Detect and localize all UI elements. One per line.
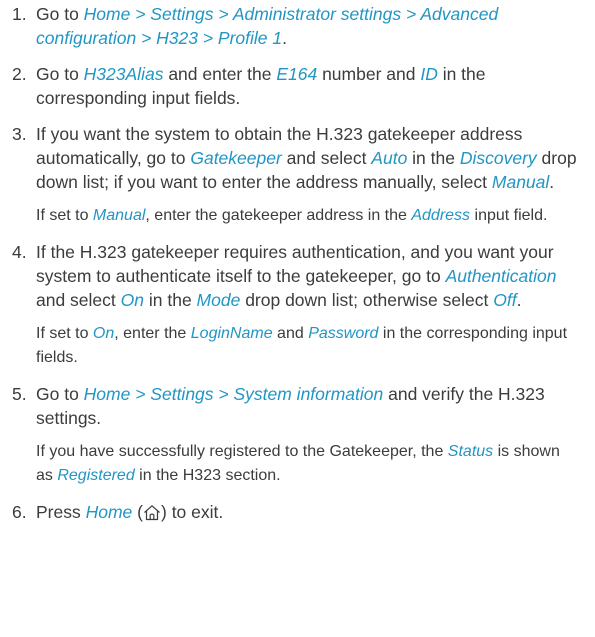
setting-link-authentication[interactable]: Authentication xyxy=(446,266,557,286)
step-4: 4. If the H.323 gatekeeper requires auth… xyxy=(0,240,595,370)
option-link-manual[interactable]: Manual xyxy=(93,207,145,224)
step-text: Go to H323Alias and enter the E164 numbe… xyxy=(36,62,581,110)
step-1: 1. Go to Home > Settings > Administrator… xyxy=(0,2,595,50)
step-6: 6. Press Home ( ) to exit. xyxy=(0,500,595,524)
text-run: input field. xyxy=(470,207,548,224)
step-number: 4. xyxy=(12,242,27,262)
text-run: number and xyxy=(317,64,421,84)
text-run: If set to xyxy=(36,207,93,224)
text-run: , enter the gatekeeper address in the xyxy=(145,207,412,224)
text-run: in the H323 section. xyxy=(134,467,281,484)
text-run: in the xyxy=(144,290,197,310)
step-2: 2. Go to H323Alias and enter the E164 nu… xyxy=(0,62,595,110)
step-note: If set to Manual, enter the gatekeeper a… xyxy=(36,204,581,228)
setting-link-address[interactable]: Address xyxy=(411,207,470,224)
text-run: and enter the xyxy=(163,64,277,84)
text-run: If you have successfully registered to t… xyxy=(36,443,448,460)
text-run: in the xyxy=(407,148,460,168)
text-run: and xyxy=(272,325,309,342)
instruction-document: 1. Go to Home > Settings > Administrator… xyxy=(0,0,595,524)
step-text: If you want the system to obtain the H.3… xyxy=(36,122,581,194)
menu-path-link[interactable]: Home > Settings > System information xyxy=(84,384,384,404)
step-number: 5. xyxy=(12,384,27,404)
option-link-manual[interactable]: Manual xyxy=(492,172,549,192)
setting-link-loginname[interactable]: LoginName xyxy=(191,325,273,342)
setting-link-gatekeeper[interactable]: Gatekeeper xyxy=(190,148,281,168)
text-run: Go to xyxy=(36,64,84,84)
home-icon xyxy=(143,503,161,521)
setting-link-password[interactable]: Password xyxy=(308,325,378,342)
step-number: 3. xyxy=(12,124,27,144)
step-number: 6. xyxy=(12,502,27,522)
text-run: Go to xyxy=(36,384,84,404)
step-3: 3. If you want the system to obtain the … xyxy=(0,122,595,228)
text-run: Press xyxy=(36,502,86,522)
setting-link-e164[interactable]: E164 xyxy=(276,64,317,84)
text-run: . xyxy=(282,28,288,48)
step-text: Go to Home > Settings > Administrator se… xyxy=(36,2,581,50)
step-note: If you have successfully registered to t… xyxy=(36,440,581,488)
setting-link-id[interactable]: ID xyxy=(420,64,438,84)
step-number: 1. xyxy=(12,4,27,24)
setting-link-h323alias[interactable]: H323Alias xyxy=(84,64,164,84)
menu-path-link[interactable]: Home > Settings > Administrator settings… xyxy=(36,4,498,48)
text-run: and select xyxy=(281,148,372,168)
text-run: drop down list; otherwise select xyxy=(240,290,494,310)
home-link[interactable]: Home xyxy=(86,502,133,522)
setting-link-status[interactable]: Status xyxy=(448,443,493,460)
setting-link-discovery[interactable]: Discovery xyxy=(460,148,537,168)
status-value-registered: Registered xyxy=(57,467,135,484)
option-link-on[interactable]: On xyxy=(93,325,114,342)
text-run: . xyxy=(516,290,522,310)
text-run: , enter the xyxy=(114,325,191,342)
step-text: If the H.323 gatekeeper requires authent… xyxy=(36,240,581,312)
step-5: 5. Go to Home > Settings > System inform… xyxy=(0,382,595,488)
step-text: Go to Home > Settings > System informati… xyxy=(36,382,581,430)
option-link-off[interactable]: Off xyxy=(493,290,516,310)
text-run: ( xyxy=(132,502,143,522)
step-text: Press Home ( ) to exit. xyxy=(36,500,581,524)
setting-link-mode[interactable]: Mode xyxy=(197,290,241,310)
step-note: If set to On, enter the LoginName and Pa… xyxy=(36,322,581,370)
text-run: and select xyxy=(36,290,121,310)
text-run: . xyxy=(549,172,555,192)
step-number: 2. xyxy=(12,64,27,84)
option-link-auto[interactable]: Auto xyxy=(371,148,407,168)
text-run: Go to xyxy=(36,4,84,24)
text-run: If set to xyxy=(36,325,93,342)
option-link-on[interactable]: On xyxy=(121,290,144,310)
text-run: ) to exit. xyxy=(161,502,224,522)
